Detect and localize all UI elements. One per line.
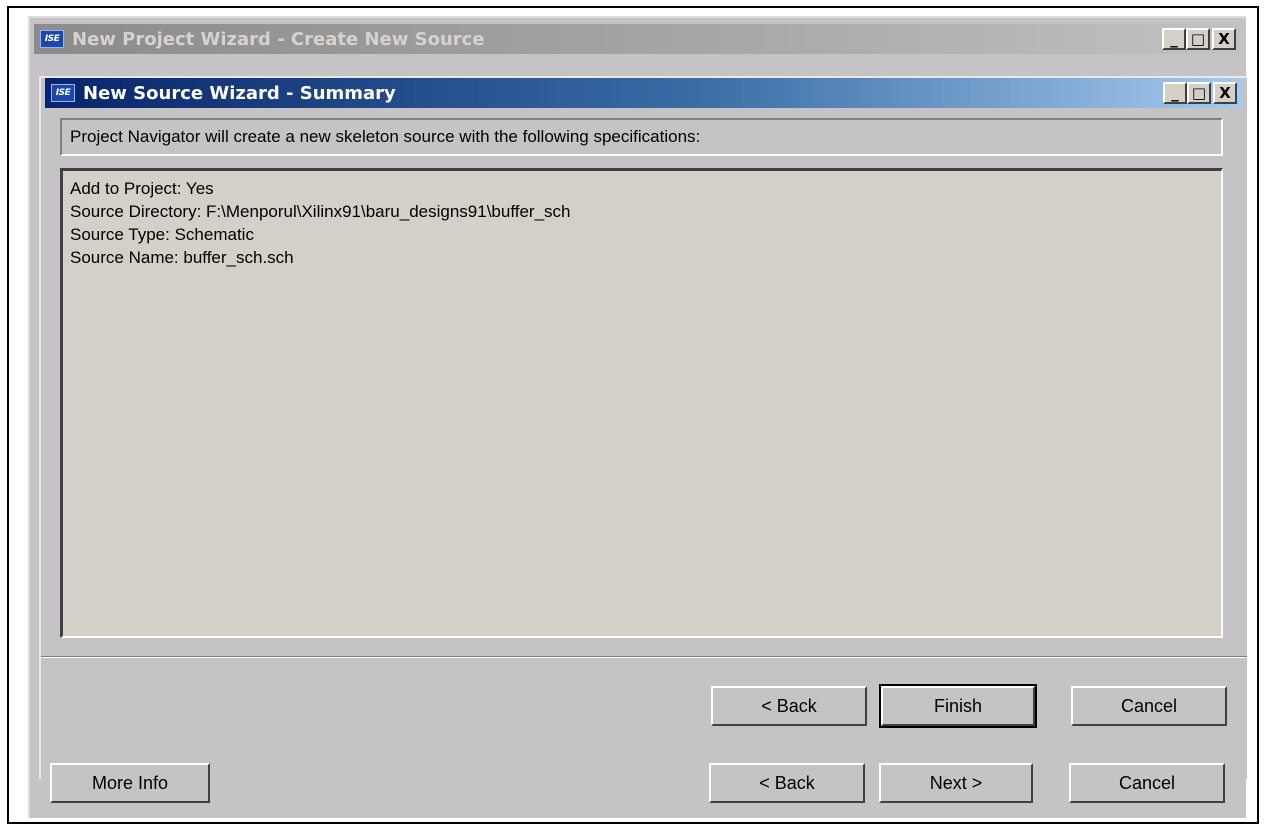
minimize-icon[interactable]: _ [1162, 28, 1186, 50]
outer-window-controls: _ □ X [1162, 28, 1236, 50]
outer-cancel-label: Cancel [1118, 772, 1176, 793]
inner-window-title: New Source Wizard - Summary [83, 82, 396, 104]
summary-line-source-directory: Source Directory: F:\Menporul\Xilinx91\b… [70, 202, 571, 221]
outer-window-title: New Project Wizard - Create New Source [72, 28, 485, 50]
summary-text-area[interactable]: Add to Project: Yes Source Directory: F:… [60, 168, 1223, 638]
new-project-wizard-window: ISE New Project Wizard - Create New Sour… [28, 16, 1247, 818]
outer-back-label: < Back [759, 772, 815, 793]
button-separator [41, 656, 1247, 658]
ise-app-icon: ISE [51, 84, 75, 102]
more-info-button[interactable]: More Info [50, 763, 210, 803]
next-label: Next > [929, 772, 983, 793]
outer-back-button[interactable]: < Back [709, 763, 865, 803]
maximize-icon[interactable]: □ [1186, 28, 1210, 50]
summary-line-source-type: Source Type: Schematic [70, 225, 254, 244]
inner-back-label: < Back [761, 695, 817, 716]
inner-cancel-label: Cancel [1120, 695, 1178, 716]
more-info-label: More Info [91, 772, 169, 793]
inner-window-controls: _ □ X [1163, 82, 1237, 104]
summary-header-text: Project Navigator will create a new skel… [70, 127, 701, 146]
outer-title-bar[interactable]: ISE New Project Wizard - Create New Sour… [34, 24, 1242, 54]
summary-header: Project Navigator will create a new skel… [60, 118, 1223, 156]
maximize-icon[interactable]: □ [1187, 82, 1211, 104]
outer-cancel-button[interactable]: Cancel [1069, 763, 1225, 803]
finish-label: Finish [933, 695, 982, 716]
new-source-wizard-window: ISE New Source Wizard - Summary _ □ X Pr… [39, 76, 1247, 779]
next-button[interactable]: Next > [879, 763, 1033, 803]
close-icon[interactable]: X [1212, 28, 1236, 50]
finish-button[interactable]: Finish [879, 684, 1037, 728]
inner-cancel-button[interactable]: Cancel [1071, 686, 1227, 726]
summary-line-source-name: Source Name: buffer_sch.sch [70, 248, 294, 267]
inner-dialog-body: Project Navigator will create a new skel… [41, 110, 1247, 779]
summary-line-add-to-project: Add to Project: Yes [70, 179, 214, 198]
minimize-icon[interactable]: _ [1163, 82, 1187, 104]
inner-title-bar[interactable]: ISE New Source Wizard - Summary _ □ X [45, 78, 1243, 108]
close-icon[interactable]: X [1213, 82, 1237, 104]
ise-app-icon: ISE [40, 30, 64, 48]
inner-back-button[interactable]: < Back [711, 686, 867, 726]
